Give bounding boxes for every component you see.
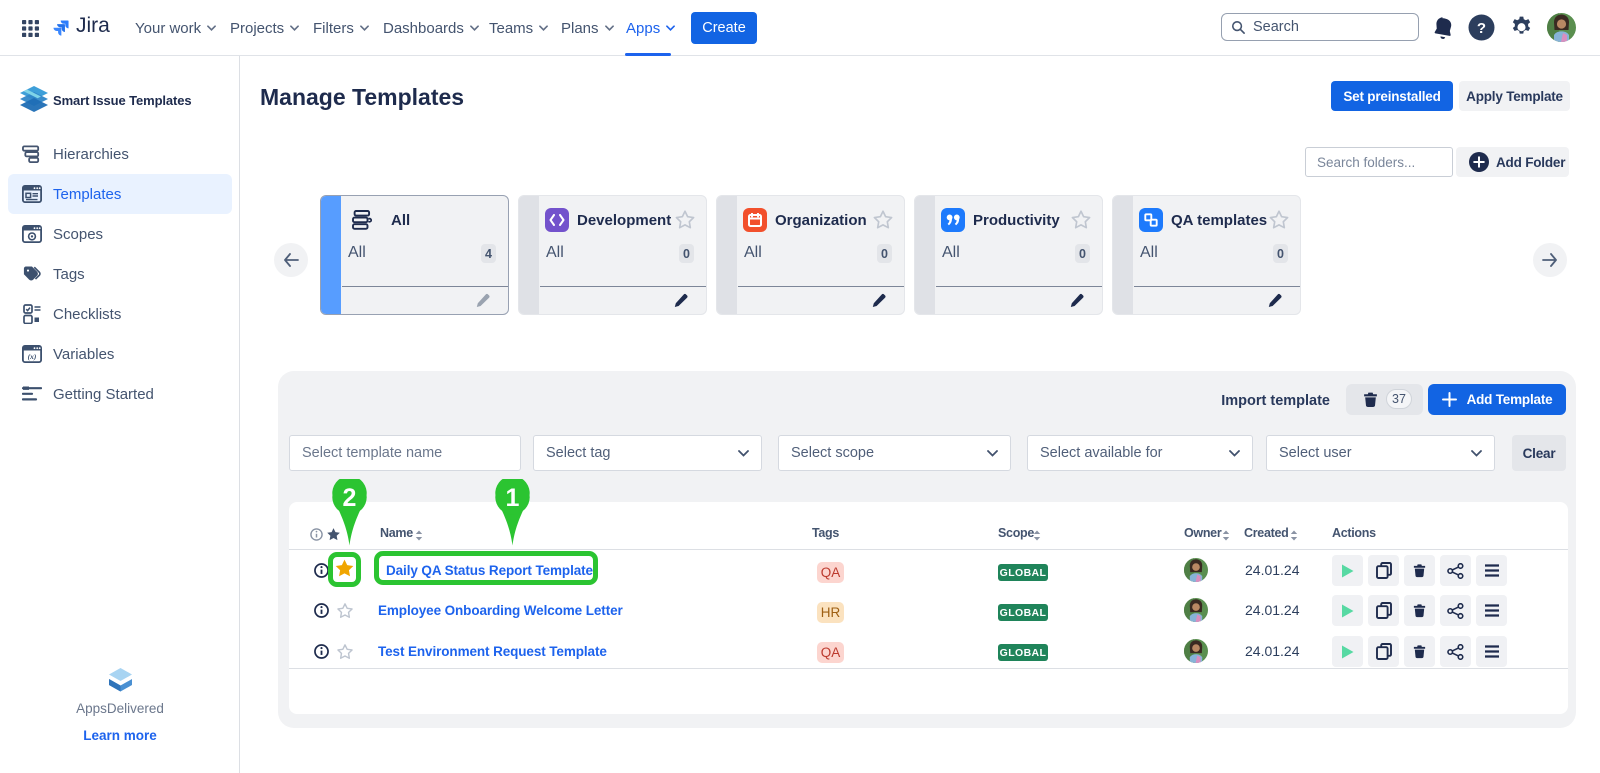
svg-text:?: ? xyxy=(1477,20,1486,37)
svg-text:1: 1 xyxy=(506,484,520,512)
svg-text:(x): (x) xyxy=(28,352,37,361)
svg-text:2: 2 xyxy=(343,484,357,512)
